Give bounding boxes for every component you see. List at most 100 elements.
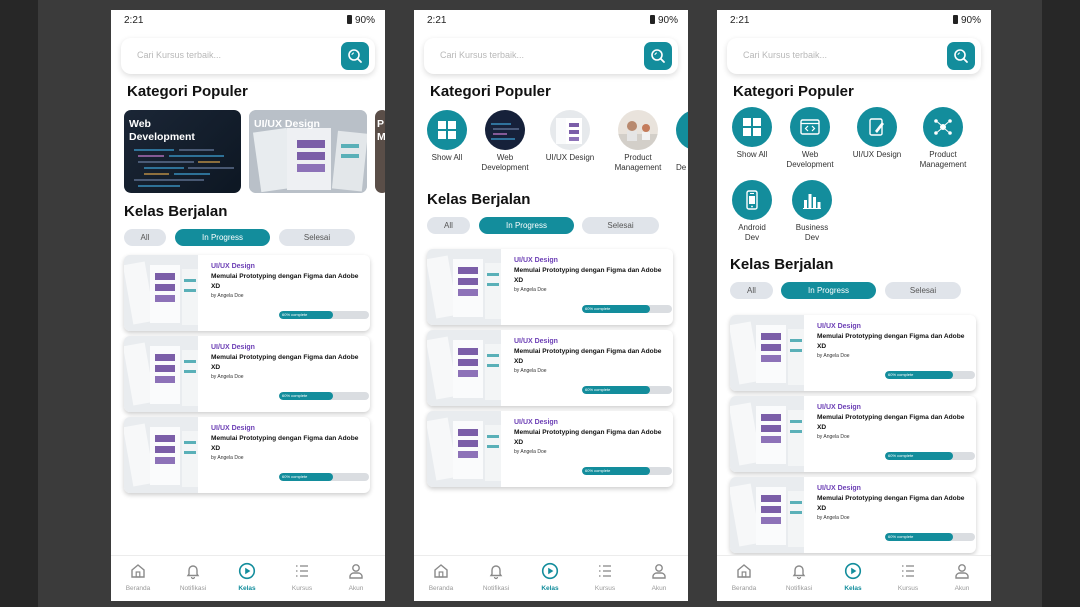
course-card[interactable]: UI/UX Design Memulai Prototyping dengan … — [124, 336, 370, 412]
nav-label: Akun — [954, 585, 970, 592]
course-card[interactable]: UI/UX Design Memulai Prototyping dengan … — [124, 417, 370, 493]
course-card[interactable]: UI/UX Design Memulai Prototyping dengan … — [427, 411, 673, 487]
filter-all[interactable]: All — [730, 282, 773, 299]
search-placeholder[interactable]: Cari Kursus terbaik... — [440, 50, 524, 60]
search-bar[interactable]: Cari Kursus terbaik... — [424, 38, 678, 74]
course-category: UI/UX Design — [514, 257, 558, 264]
progress-fill: 60% complete — [885, 452, 953, 460]
battery-level: 90% — [354, 15, 375, 26]
kelas-heading: Kelas Berjalan — [730, 256, 834, 273]
code-thumbnail — [491, 123, 519, 140]
search-button[interactable] — [947, 42, 975, 70]
progress-bar: 60% complete — [279, 311, 369, 319]
course-card[interactable]: UI/UX Design Memulai Prototyping dengan … — [730, 477, 976, 553]
filter-selesai[interactable]: Selesai — [582, 217, 659, 234]
nav-label: Kelas — [541, 585, 559, 592]
network-icon — [934, 119, 952, 135]
progress-bar: 60% complete — [885, 371, 975, 379]
battery-indicator: 90% — [649, 15, 678, 26]
search-bar[interactable]: Cari Kursus terbaik... — [121, 38, 375, 74]
category-uiux[interactable]: UI/UX Design — [535, 110, 605, 163]
home-icon — [737, 564, 751, 578]
phone-screen-3: 2:21 90% Cari Kursus terbaik... Kategori… — [717, 10, 991, 601]
nav-beranda[interactable]: Beranda — [717, 562, 771, 592]
battery-level: 90% — [657, 15, 678, 26]
status-bar: 2:21 90% — [427, 15, 678, 29]
bottom-nav: Beranda Notifikasi Kelas Kursus Akun — [717, 555, 991, 601]
category-label: Product Management — [614, 153, 662, 172]
course-card[interactable]: UI/UX Design Memulai Prototyping dengan … — [427, 330, 673, 406]
filter-in-progress[interactable]: In Progress — [479, 217, 574, 234]
nav-beranda[interactable]: Beranda — [414, 562, 468, 592]
user-icon — [955, 564, 969, 579]
nav-akun[interactable]: Akun — [329, 562, 383, 592]
course-thumbnail — [427, 411, 501, 487]
progress-fill: 60% complete — [582, 467, 650, 475]
filter-in-progress[interactable]: In Progress — [175, 229, 270, 246]
nav-kursus[interactable]: Kursus — [881, 562, 935, 592]
nav-kursus[interactable]: Kursus — [578, 562, 632, 592]
course-title: Memulai Prototyping dengan Figma dan Ado… — [514, 348, 662, 365]
nav-kelas[interactable]: Kelas — [523, 562, 577, 592]
course-card[interactable]: UI/UX Design Memulai Prototyping dengan … — [730, 396, 976, 472]
category-card-uiux[interactable]: UI/UX Design — [249, 110, 367, 193]
search-icon — [651, 49, 665, 63]
grid-icon — [743, 118, 761, 136]
category-web-dev[interactable]: Web Development — [470, 110, 540, 173]
play-icon — [238, 562, 256, 580]
course-thumbnail — [427, 330, 501, 406]
course-title: Memulai Prototyping dengan Figma dan Ado… — [211, 435, 359, 452]
course-card[interactable]: UI/UX Design Memulai Prototyping dengan … — [124, 255, 370, 331]
list-icon — [296, 565, 308, 577]
design-thumbnail — [556, 118, 582, 144]
filter-in-progress[interactable]: In Progress — [781, 282, 876, 299]
course-card[interactable]: UI/UX Design Memulai Prototyping dengan … — [427, 249, 673, 325]
search-placeholder[interactable]: Cari Kursus terbaik... — [137, 50, 221, 60]
battery-level: 90% — [960, 15, 981, 26]
status-time: 2:21 — [427, 15, 447, 26]
search-button[interactable] — [341, 42, 369, 70]
office-thumbnail — [618, 121, 658, 150]
category-partial[interactable]: De — [676, 110, 688, 173]
home-icon — [434, 564, 448, 578]
search-button[interactable] — [644, 42, 672, 70]
nav-akun[interactable]: Akun — [632, 562, 686, 592]
status-time: 2:21 — [124, 15, 144, 26]
category-card-partial[interactable]: P M — [375, 110, 385, 193]
nav-kursus[interactable]: Kursus — [275, 562, 329, 592]
category-uiux[interactable]: UI/UX Design — [842, 107, 912, 160]
nav-kelas[interactable]: Kelas — [826, 562, 880, 592]
course-category: UI/UX Design — [514, 419, 558, 426]
user-icon — [652, 564, 666, 579]
course-category: UI/UX Design — [514, 338, 558, 345]
filter-selesai[interactable]: Selesai — [885, 282, 961, 299]
course-title: Memulai Prototyping dengan Figma dan Ado… — [211, 273, 359, 290]
nav-notifikasi[interactable]: Notifikasi — [166, 562, 220, 592]
nav-akun[interactable]: Akun — [935, 562, 989, 592]
pen-tablet-icon — [869, 118, 884, 136]
course-card[interactable]: UI/UX Design Memulai Prototyping dengan … — [730, 315, 976, 391]
category-web-dev[interactable]: Web Development — [775, 107, 845, 170]
search-placeholder[interactable]: Cari Kursus terbaik... — [743, 50, 827, 60]
nav-label: Akun — [651, 585, 667, 592]
search-bar[interactable]: Cari Kursus terbaik... — [727, 38, 981, 74]
category-card-web[interactable]: Web Development — [124, 110, 241, 193]
nav-kelas[interactable]: Kelas — [220, 562, 274, 592]
filter-all[interactable]: All — [124, 229, 166, 246]
filter-all[interactable]: All — [427, 217, 470, 234]
bell-icon — [186, 565, 200, 580]
category-product-mgmt[interactable]: Product Management — [908, 107, 978, 170]
category-business-dev[interactable]: Business Dev — [777, 180, 847, 243]
battery-icon — [649, 15, 655, 24]
course-author: by Angela Doe — [514, 287, 547, 293]
search-icon — [348, 49, 362, 63]
nav-beranda[interactable]: Beranda — [111, 562, 165, 592]
category-product-mgmt[interactable]: Product Management — [603, 110, 673, 173]
nav-notifikasi[interactable]: Notifikasi — [772, 562, 826, 592]
category-label: Web Development — [786, 150, 834, 169]
nav-notifikasi[interactable]: Notifikasi — [469, 562, 523, 592]
nav-label: Notifikasi — [785, 585, 813, 592]
play-icon — [541, 562, 559, 580]
bell-icon — [792, 565, 806, 580]
filter-selesai[interactable]: Selesai — [279, 229, 355, 246]
